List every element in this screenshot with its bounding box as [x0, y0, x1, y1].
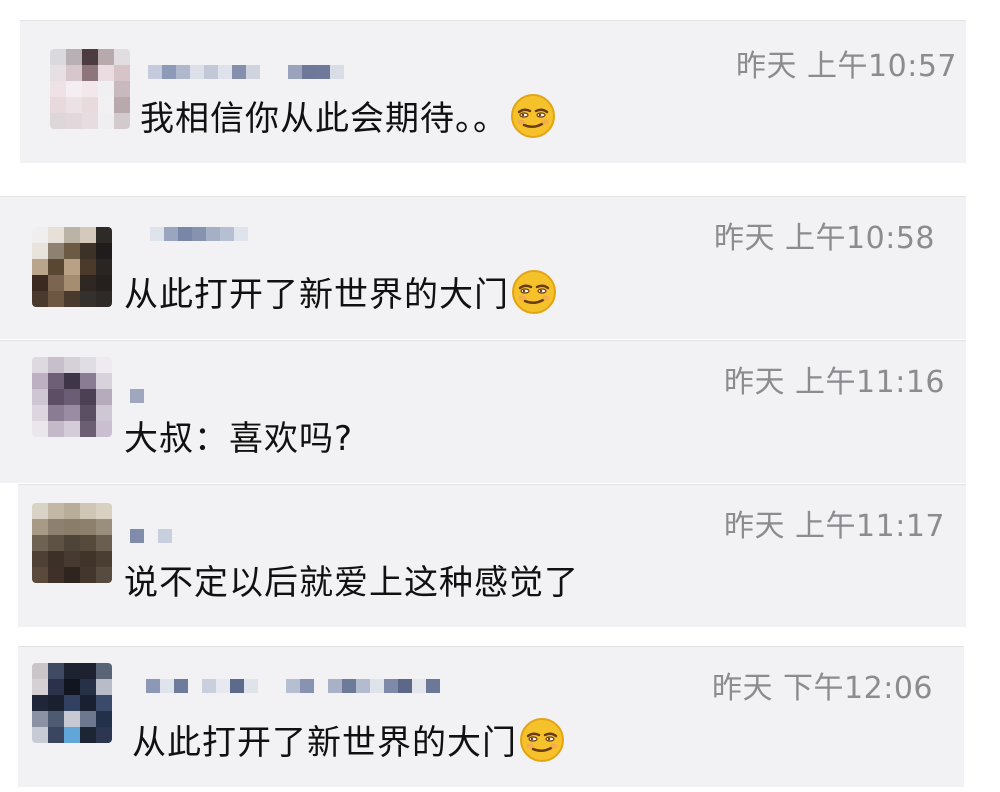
avatar[interactable]	[32, 227, 112, 307]
username[interactable]	[148, 51, 344, 79]
username[interactable]	[130, 515, 172, 543]
comment-text: 从此打开了新世界的大门	[132, 715, 565, 764]
comment-item[interactable]: 昨天 上午11:17 说不定以后就爱上这种感觉了	[18, 484, 966, 627]
timestamp: 昨天 上午11:16	[724, 365, 945, 400]
comment-item[interactable]: 昨天 上午10:57 我相信你从此会期待。。	[20, 20, 966, 163]
timestamp: 昨天 上午11:17	[724, 509, 945, 544]
username[interactable]	[146, 665, 440, 693]
username[interactable]	[130, 375, 144, 403]
timestamp: 昨天 下午12:06	[712, 671, 933, 706]
comment-text: 从此打开了新世界的大门	[124, 267, 557, 316]
timestamp: 昨天 上午10:58	[714, 221, 935, 256]
smirk-face-icon	[512, 269, 556, 314]
timestamp: 昨天 上午10:57	[736, 49, 957, 84]
comment-text: 说不定以后就爱上这种感觉了	[124, 563, 579, 603]
comment-text: 我相信你从此会期待。。	[140, 91, 556, 140]
username[interactable]	[150, 213, 248, 241]
comment-item[interactable]: 昨天 上午11:16 大叔：喜欢吗?	[0, 340, 966, 483]
comment-item[interactable]: 昨天 下午12:06 从此打开了新世界的大门	[18, 646, 964, 787]
smirk-face-icon	[511, 93, 555, 138]
comment-text: 大叔：喜欢吗?	[124, 419, 354, 459]
avatar[interactable]	[32, 663, 112, 743]
avatar[interactable]	[32, 357, 112, 437]
comment-item[interactable]: 昨天 上午10:58 从此打开了新世界的大门	[0, 196, 966, 339]
avatar[interactable]	[50, 49, 130, 129]
avatar[interactable]	[32, 503, 112, 583]
smirk-face-icon	[520, 717, 564, 762]
